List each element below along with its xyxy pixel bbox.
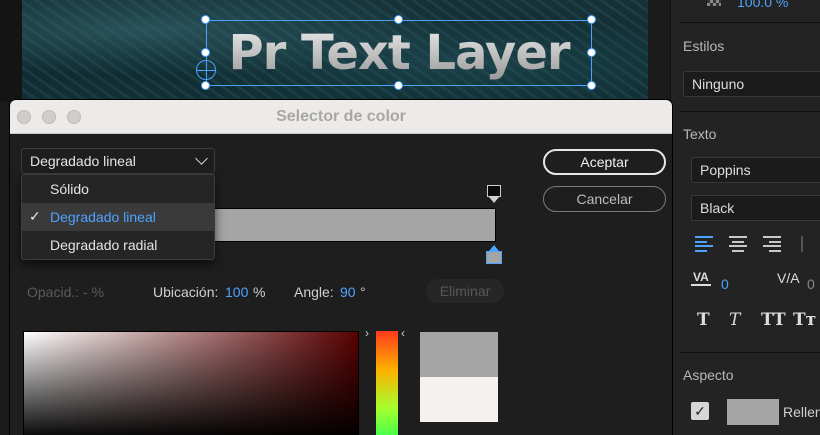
accept-button[interactable]: Aceptar bbox=[543, 149, 666, 175]
menu-item-label: Sólido bbox=[50, 181, 89, 197]
divider bbox=[801, 236, 803, 252]
fill-type-value: Degradado lineal bbox=[30, 153, 136, 169]
essential-graphics-panel: 100.0 % Estilos Ninguno Texto Poppins Bl… bbox=[670, 0, 820, 435]
anchor-point-icon[interactable] bbox=[196, 60, 216, 80]
saturation-brightness-field[interactable] bbox=[23, 331, 359, 435]
color-picker-dialog: Selector de color Degradado lineal Sólid… bbox=[10, 100, 672, 435]
handle-top-left[interactable] bbox=[201, 15, 210, 24]
opacity-checker-icon bbox=[707, 0, 721, 6]
handle-top-right[interactable] bbox=[587, 15, 596, 24]
align-right-icon[interactable] bbox=[763, 236, 781, 252]
angle-unit: ° bbox=[360, 284, 366, 300]
location-value[interactable]: 100 bbox=[225, 284, 248, 300]
monitor-edge bbox=[0, 0, 22, 102]
new-color-swatch bbox=[420, 332, 498, 377]
dialog-title: Selector de color bbox=[276, 108, 406, 125]
fill-label: Relleno bbox=[783, 404, 820, 420]
tracking-value[interactable]: 0 bbox=[807, 276, 815, 292]
handle-bottom-center[interactable] bbox=[394, 81, 403, 90]
menu-item-label: Degradado lineal bbox=[50, 209, 156, 225]
location-unit: % bbox=[253, 284, 266, 300]
cancel-button[interactable]: Cancelar bbox=[543, 186, 666, 212]
opacity-readout: Opacid.: - % bbox=[27, 284, 105, 300]
handle-bottom-right[interactable] bbox=[587, 81, 596, 90]
divider bbox=[679, 111, 820, 112]
all-caps-button[interactable]: TT bbox=[761, 310, 786, 330]
kerning-value[interactable]: 0 bbox=[721, 276, 729, 292]
faux-bold-button[interactable]: T bbox=[697, 310, 710, 330]
chevron-down-icon bbox=[195, 152, 208, 165]
fill-checkbox[interactable]: ✓ bbox=[691, 402, 709, 420]
align-left-icon[interactable] bbox=[695, 236, 713, 252]
faux-italic-button[interactable]: T bbox=[729, 310, 740, 330]
styles-dropdown[interactable]: Ninguno bbox=[683, 71, 820, 97]
handle-middle-right[interactable] bbox=[587, 48, 596, 57]
angle-label: Angle: bbox=[294, 284, 334, 300]
align-center-icon[interactable] bbox=[729, 236, 747, 252]
menu-item-radial-gradient[interactable]: Degradado radial bbox=[22, 231, 214, 259]
hue-marker-right-icon: ‹ bbox=[401, 326, 405, 340]
angle-value[interactable]: 90 bbox=[340, 284, 356, 300]
handle-bottom-left[interactable] bbox=[201, 81, 210, 90]
delete-stop-button[interactable]: Eliminar bbox=[426, 279, 504, 303]
handle-middle-left[interactable] bbox=[201, 48, 210, 57]
appearance-label: Aspecto bbox=[683, 367, 734, 383]
fill-color-swatch[interactable] bbox=[727, 399, 779, 425]
original-color-swatch[interactable] bbox=[420, 377, 498, 422]
dialog-titlebar: Selector de color bbox=[10, 100, 672, 134]
gradient-ramp[interactable] bbox=[190, 208, 496, 242]
divider bbox=[679, 352, 820, 353]
menu-item-label: Degradado radial bbox=[50, 237, 158, 253]
handle-top-center[interactable] bbox=[394, 15, 403, 24]
hue-slider[interactable] bbox=[376, 331, 398, 435]
styles-label: Estilos bbox=[683, 38, 725, 54]
color-stop-handle[interactable] bbox=[486, 245, 502, 265]
text-bounding-box[interactable] bbox=[206, 20, 592, 86]
menu-item-solid[interactable]: Sólido bbox=[22, 175, 214, 203]
hue-marker-left-icon: › bbox=[365, 326, 369, 340]
kerning-icon: VA bbox=[691, 270, 711, 286]
tracking-icon: V/A bbox=[777, 270, 800, 286]
fill-type-menu: Sólido ✓ Degradado lineal Degradado radi… bbox=[21, 174, 215, 260]
opacity-stop-handle[interactable] bbox=[487, 185, 501, 203]
divider bbox=[679, 22, 820, 23]
menu-item-linear-gradient[interactable]: ✓ Degradado lineal bbox=[22, 203, 214, 231]
text-section-label: Texto bbox=[683, 126, 717, 142]
small-caps-button[interactable]: Tт bbox=[793, 310, 816, 330]
checkmark-icon: ✓ bbox=[29, 208, 41, 224]
font-family-dropdown[interactable]: Poppins bbox=[691, 157, 820, 183]
location-label: Ubicación: bbox=[153, 284, 219, 300]
font-style-dropdown[interactable]: Black bbox=[691, 195, 820, 221]
opacity-value[interactable]: 100.0 % bbox=[737, 0, 788, 10]
fill-type-dropdown[interactable]: Degradado lineal bbox=[21, 148, 215, 174]
